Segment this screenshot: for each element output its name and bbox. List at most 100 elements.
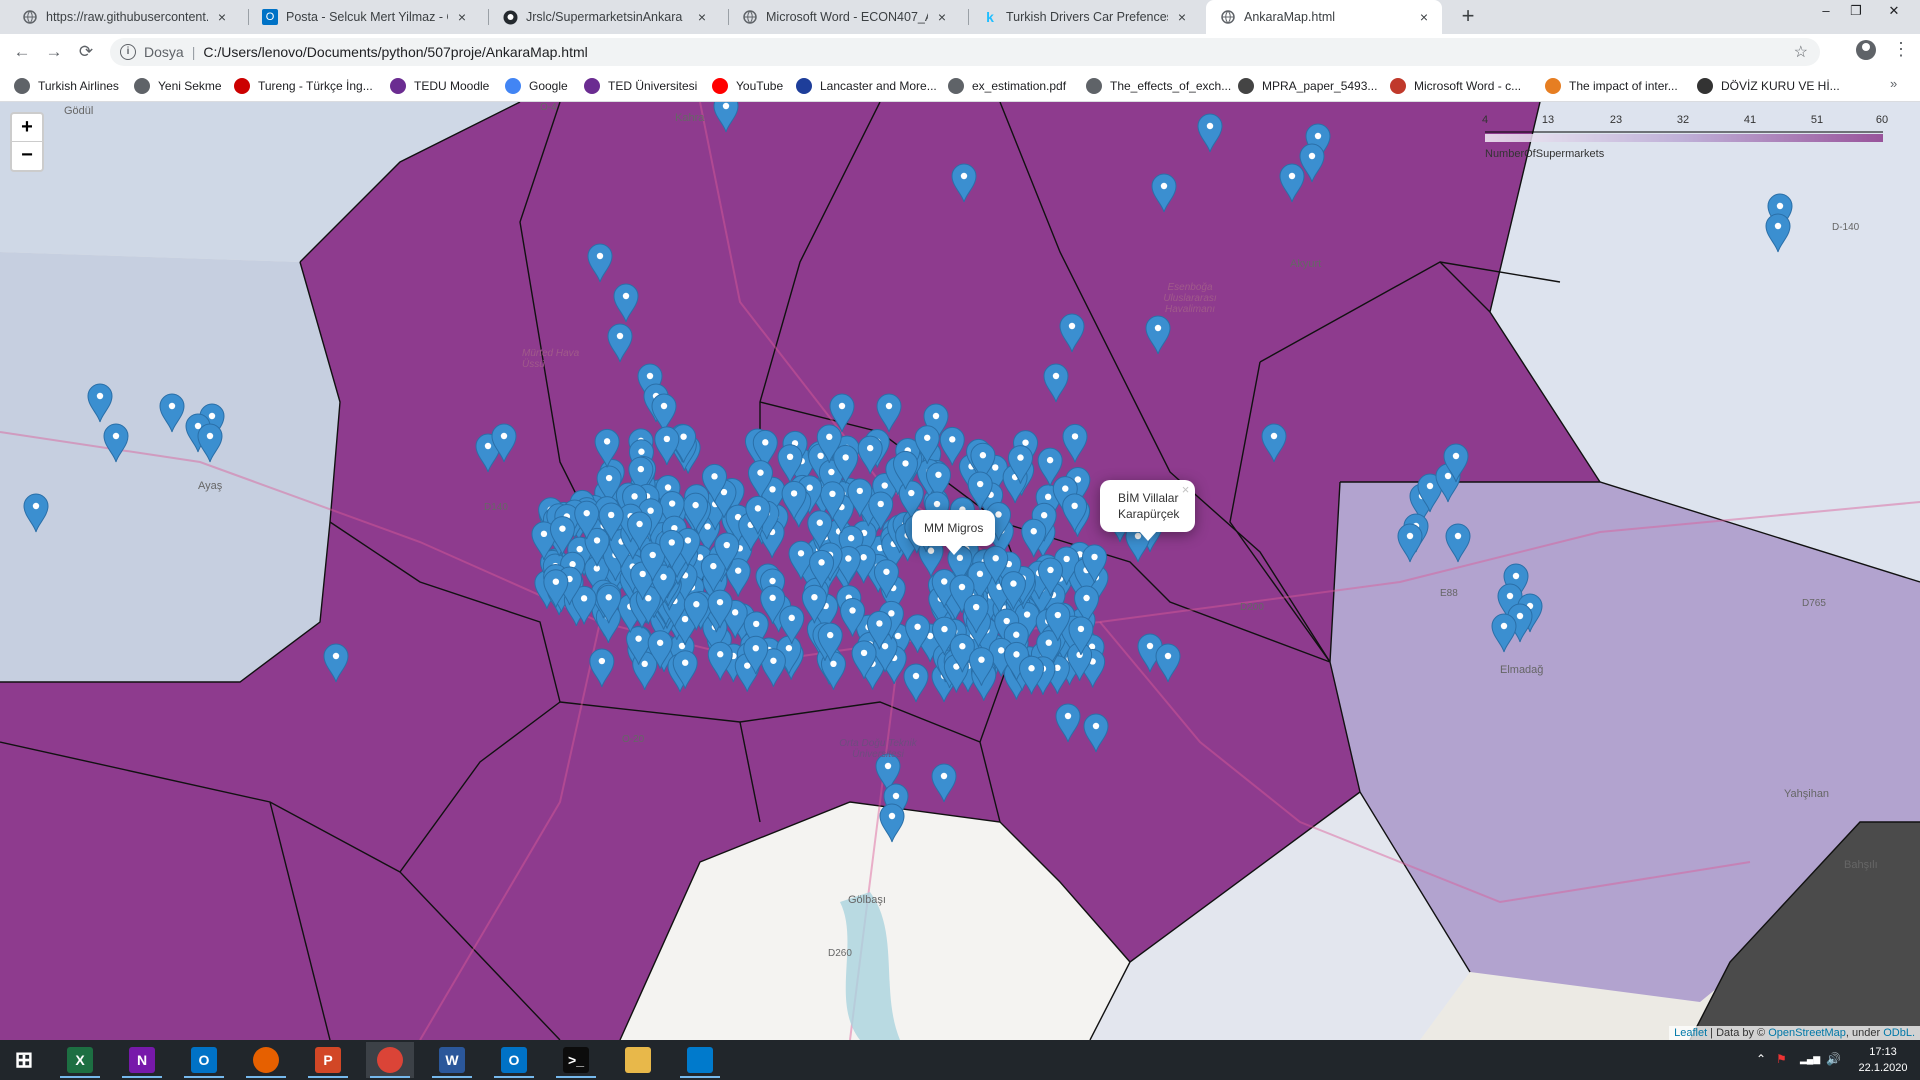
zoom-out-button[interactable]: −	[10, 142, 44, 172]
bookmark-item[interactable]: TED Üniversitesi	[584, 77, 697, 95]
taskbar-onenote[interactable]: N	[118, 1042, 166, 1078]
osm-link[interactable]: OpenStreetMap	[1768, 1027, 1846, 1039]
info-icon[interactable]: i	[120, 44, 136, 60]
vscode-icon	[687, 1047, 713, 1073]
close-icon[interactable]: ×	[214, 9, 230, 25]
star-icon[interactable]: ☆	[1794, 42, 1808, 62]
profile-icon[interactable]	[1856, 40, 1876, 60]
back-button[interactable]: ←	[10, 40, 34, 64]
clock[interactable]: 17:13 22.1.2020	[1858, 1044, 1908, 1076]
tab-3[interactable]: Jrslc/SupermarketsinAnkara ×	[488, 0, 720, 34]
tab-6-active[interactable]: AnkaraMap.html ×	[1206, 0, 1442, 34]
place-label: Bahşılı	[1844, 859, 1878, 871]
legend: 4 13 23 32 41 51 60 NumberOfSupermarkets	[1480, 112, 1888, 162]
taskbar-outlook[interactable]: O	[180, 1042, 228, 1078]
popup-bim-villalar: × BİM Villalar Karapürçek	[1100, 480, 1196, 541]
tab-1[interactable]: https://raw.githubusercontent.co ×	[8, 0, 240, 34]
place-label: Mürted Hava Üssü	[522, 348, 580, 370]
tab-2[interactable]: O Posta - Selcuk Mert Yilmaz - Out ×	[248, 0, 480, 34]
bookmark-item[interactable]: The impact of inter...	[1545, 77, 1678, 95]
bookmark-item[interactable]: Microsoft Word - c...	[1390, 77, 1521, 95]
bookmark-item[interactable]: ex_estimation.pdf	[948, 77, 1066, 95]
taskbar-excel[interactable]: X	[56, 1042, 104, 1078]
powerpoint-icon: P	[315, 1047, 341, 1073]
bookmark-label: Google	[529, 79, 568, 93]
bookmark-item[interactable]: Tureng - Türkçe İng...	[234, 77, 373, 95]
bookmark-item[interactable]: YouTube	[712, 77, 783, 95]
volume-icon[interactable]: 🔊	[1826, 1052, 1841, 1066]
bookmark-label: The impact of inter...	[1569, 79, 1678, 93]
folder-icon	[625, 1047, 651, 1073]
tab-5[interactable]: k Turkish Drivers Car Prefences | Ka ×	[968, 0, 1200, 34]
legend-tick: 4	[1481, 114, 1489, 126]
bookmark-label: Tureng - Türkçe İng...	[258, 79, 373, 93]
legend-tick: 23	[1609, 114, 1623, 126]
bookmarks-bar: Turkish Airlines Yeni Sekme Tureng - Türkç…	[0, 70, 1920, 102]
close-icon[interactable]: ×	[1174, 9, 1190, 25]
taskbar-powerpoint[interactable]: P	[304, 1042, 352, 1078]
taskbar-vscode[interactable]	[676, 1042, 724, 1078]
address-bar[interactable]: i Dosya | C:/Users/lenovo/Documents/pyth…	[110, 38, 1820, 66]
globe-icon	[1086, 78, 1102, 94]
chrome-icon	[377, 1047, 403, 1073]
taskbar-start[interactable]: ⊞	[0, 1042, 48, 1078]
legend-tick: 41	[1743, 114, 1757, 126]
restore-button[interactable]: ❐	[1842, 0, 1870, 22]
reload-button[interactable]: ⟳	[74, 40, 98, 64]
close-window-button[interactable]: ✕	[1880, 0, 1908, 22]
taskbar-explorer[interactable]	[614, 1042, 662, 1078]
place-label: Kahra	[675, 112, 705, 124]
globe-icon	[14, 78, 30, 94]
new-tab-button[interactable]: +	[1456, 5, 1480, 29]
legend-tick: 60	[1875, 114, 1889, 126]
tab-4[interactable]: Microsoft Word - ECON407_ADS ×	[728, 0, 960, 34]
outlook-icon: O	[262, 9, 278, 25]
menu-icon[interactable]: ⋮	[1892, 38, 1910, 62]
bookmark-item[interactable]: Google	[505, 77, 568, 95]
flag-icon[interactable]: ⚑	[1776, 1052, 1787, 1066]
network-icon[interactable]: ▂▄▆	[1800, 1054, 1820, 1065]
place-label: Elmadağ	[1500, 664, 1544, 676]
globe-icon	[948, 78, 964, 94]
taskbar-terminal[interactable]: >_	[552, 1042, 600, 1078]
tray-chevron-icon[interactable]: ⌃	[1756, 1052, 1766, 1066]
bookmark-item[interactable]: The_effects_of_exch...	[1086, 77, 1231, 95]
odbl-link[interactable]: ODbL.	[1883, 1027, 1915, 1039]
zoom-in-button[interactable]: +	[10, 112, 44, 142]
taskbar-word[interactable]: W	[428, 1042, 476, 1078]
taskbar-outlook2[interactable]: O	[490, 1042, 538, 1078]
bookmark-label: Microsoft Word - c...	[1414, 79, 1522, 93]
leaflet-link[interactable]: Leaflet	[1674, 1027, 1707, 1039]
road-label: O-20	[622, 734, 645, 745]
mpra-icon	[1238, 78, 1254, 94]
region-ayas[interactable]	[0, 252, 340, 682]
minimize-button[interactable]: –	[1812, 0, 1840, 22]
bookmark-item[interactable]: Lancaster and More...	[796, 77, 937, 95]
bookmark-item[interactable]: Turkish Airlines	[14, 77, 119, 95]
bookmark-item[interactable]: Yeni Sekme	[134, 77, 222, 95]
bookmark-item[interactable]: TEDU Moodle	[390, 77, 489, 95]
road-label: D140	[484, 502, 508, 513]
bookmarks-more-icon[interactable]: »	[1890, 76, 1897, 91]
close-icon[interactable]: ×	[1416, 9, 1432, 25]
bookmark-item[interactable]: DÖVİZ KURU VE Hİ...	[1697, 77, 1840, 95]
leaflet-map[interactable]: Kahra Gödül Ayaş Akyurt Esenboğa Uluslar…	[0, 102, 1920, 1040]
place-label: Orta Doğu Teknik Üniversitesi	[839, 738, 917, 760]
close-icon[interactable]: ×	[694, 9, 710, 25]
pkp-icon	[1697, 78, 1713, 94]
map-attribution: Leaflet | Data by © OpenStreetMap, under…	[1669, 1026, 1920, 1040]
taskbar-chrome[interactable]	[366, 1042, 414, 1078]
road-label: O-4	[540, 102, 557, 113]
url-text[interactable]: C:/Users/lenovo/Documents/python/507proj…	[203, 44, 587, 60]
ted-icon	[584, 78, 600, 94]
close-icon[interactable]: ×	[934, 9, 950, 25]
close-icon[interactable]: ×	[1182, 482, 1190, 498]
terminal-icon: >_	[563, 1047, 589, 1073]
taskbar-firefox[interactable]	[242, 1042, 290, 1078]
bookmark-item[interactable]: MPRA_paper_5493...	[1238, 77, 1377, 95]
forward-button[interactable]: →	[42, 40, 66, 64]
word-icon	[1390, 78, 1406, 94]
firefox-icon	[253, 1047, 279, 1073]
close-icon[interactable]: ×	[454, 9, 470, 25]
outlook-icon: O	[501, 1047, 527, 1073]
